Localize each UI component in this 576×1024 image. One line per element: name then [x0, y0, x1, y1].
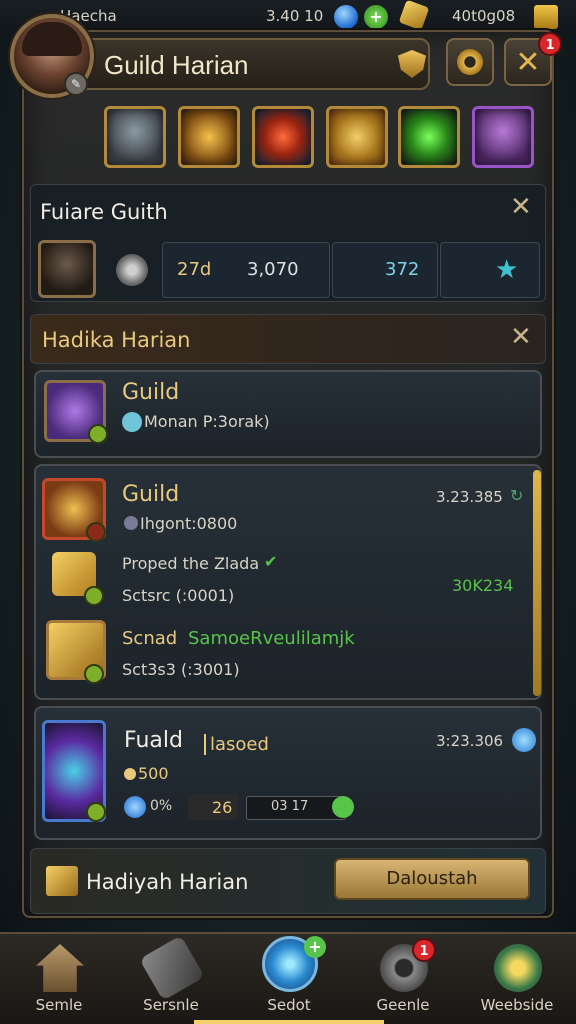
- quest-3-gem-icon: [124, 796, 146, 818]
- quest-2-green-value: 30K234: [452, 576, 514, 595]
- guild-member-portrait[interactable]: [38, 240, 96, 298]
- chest-2-badge: [84, 664, 104, 684]
- hero-portrait-icon[interactable]: [104, 106, 166, 168]
- quest-1-info-icon: [122, 412, 142, 432]
- quest-3-badge: [86, 802, 106, 822]
- settings-button[interactable]: [446, 38, 494, 86]
- quest-2-timer-icon: [124, 516, 138, 530]
- avatar-edit-icon[interactable]: ✎: [64, 72, 88, 96]
- add-currency-icon[interactable]: [534, 5, 558, 29]
- quest-1-title: Guild: [122, 380, 180, 405]
- green-plus-icon[interactable]: +: [364, 5, 388, 29]
- quest-2-level-badge: [86, 522, 106, 542]
- guild-stat-2: 3,070: [247, 259, 299, 280]
- quest-card-2[interactable]: Guild 3.23.385 ↻ Ihgont:0800 Proped the …: [34, 464, 542, 700]
- quest-card-3[interactable]: Fuald lasoed 3:23.306 500 0% 26 03 17: [34, 706, 542, 840]
- status-bar: Haecha 3.40 10 + 40t0g08: [0, 0, 576, 34]
- quest-1-check-icon: [88, 424, 108, 444]
- quest-card-1[interactable]: Guild Monan P:3orak): [34, 370, 542, 458]
- quest-2-line-1: Ihgont:0800: [140, 514, 238, 533]
- guild-stat-cell-1: 27d 3,070: [162, 242, 330, 298]
- web-star-icon: [494, 944, 542, 992]
- blue-gem-icon[interactable]: [334, 5, 358, 29]
- shield-icon: [398, 50, 426, 78]
- currency-1-value: 3.40 10: [266, 7, 324, 25]
- nav-item-home[interactable]: Semle: [4, 934, 114, 1024]
- guild-section-close-icon[interactable]: ✕: [510, 192, 532, 222]
- quest-3-stat-c: 03 17: [271, 799, 309, 814]
- daily-section-title: Hadika Harian: [42, 328, 191, 352]
- gear-icon: [457, 49, 483, 75]
- page-title: Guild Harian: [104, 50, 249, 80]
- gold-scroll-icon[interactable]: [326, 106, 388, 168]
- daily-section-close-icon[interactable]: ✕: [510, 322, 532, 352]
- gold-cube-icon: [398, 0, 430, 31]
- quest-2-line-3: Sctsrc (:0001): [122, 586, 235, 605]
- nav-label-shop: Sersnle: [143, 996, 199, 1014]
- guild-stat-cell-2: 372: [332, 242, 438, 298]
- player-hair: [22, 22, 82, 56]
- quest-3-tag: lasoed: [204, 734, 269, 755]
- quest-3-coin-icon: [124, 768, 136, 780]
- nav-item-gear[interactable]: 1 Geenle: [348, 934, 458, 1024]
- quest-2-line-4-right: SamoeRveulilamjk: [188, 628, 355, 649]
- red-crystal-icon[interactable]: [252, 106, 314, 168]
- nav-gear-badge: 1: [412, 938, 436, 962]
- guild-section-title: Fuiare Guith: [40, 200, 168, 224]
- guild-stat-3: 372: [385, 259, 420, 280]
- quest-2-title: Guild: [122, 482, 180, 507]
- tag-icon: [139, 935, 205, 1001]
- claim-button[interactable]: Daloustah: [334, 858, 530, 900]
- quest-2-refresh-icon[interactable]: ↻: [510, 486, 523, 505]
- quest-2-value: 3.23.385: [436, 488, 503, 506]
- bottom-nav: Semle Sersnle + Sedot 1 Geenle Weebside: [0, 932, 576, 1024]
- scroll-thumb[interactable]: [533, 470, 541, 696]
- quest-3-stat-a: 0%: [150, 798, 173, 814]
- quest-2-line-5: Sct3s3 (:3001): [122, 660, 240, 679]
- guild-stat-cell-3: ★: [440, 242, 540, 298]
- green-crystal-icon[interactable]: [398, 106, 460, 168]
- chest-1-badge: [84, 586, 104, 606]
- quest-1-subtitle: Monan P:3orak): [144, 412, 270, 431]
- quest-3-value: 3:23.306: [436, 732, 504, 750]
- quest-2-line-2: Proped the Zlada: [122, 554, 260, 573]
- gold-shard-icon[interactable]: [178, 106, 240, 168]
- footer-label: Hadiyah Harian: [86, 870, 249, 894]
- nav-label-gear: Geenle: [376, 996, 430, 1014]
- quest-3-reward: 500: [138, 764, 169, 783]
- notification-badge: 1: [538, 32, 562, 56]
- nav-label-center: Sedot: [267, 996, 311, 1014]
- nav-label-website: Weebside: [480, 996, 554, 1014]
- reward-items-row: [104, 106, 544, 172]
- nav-item-website[interactable]: Weebside: [462, 934, 572, 1024]
- currency-2-value: 40t0g08: [452, 7, 516, 25]
- nav-item-shop[interactable]: Sersnle: [116, 934, 226, 1024]
- quest-3-progress-icon: [332, 796, 354, 818]
- quest-2-check-icon: ✔: [264, 552, 278, 571]
- quest-3-info-icon[interactable]: [512, 728, 536, 752]
- quest-2-line-4-left: Scnad: [122, 628, 178, 649]
- purple-hero-icon[interactable]: [472, 106, 534, 168]
- home-icon: [36, 944, 84, 992]
- quest-3-title: Fuald: [124, 728, 183, 753]
- star-icon[interactable]: ★: [495, 255, 518, 285]
- close-icon: ✕: [515, 44, 541, 80]
- guild-emblem-icon: [116, 254, 148, 286]
- nav-item-center[interactable]: + Sedot: [194, 934, 384, 1024]
- reward-box-icon: [46, 866, 78, 896]
- nav-center-plus-icon: +: [304, 936, 326, 958]
- quest-3-stat-b: 26: [212, 798, 233, 817]
- quest-3-progress-bar: 03 17: [246, 796, 346, 820]
- quest-scrollbar[interactable]: [533, 470, 541, 696]
- nav-label-home: Semle: [35, 996, 83, 1014]
- guild-stat-1: 27d: [177, 259, 212, 280]
